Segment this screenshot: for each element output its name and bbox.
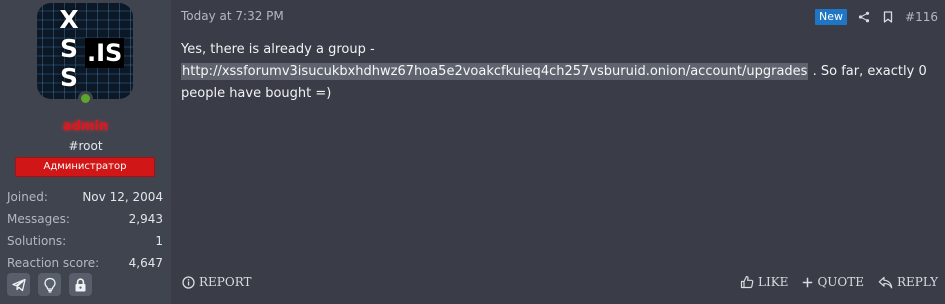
like-button[interactable]: LIKE — [740, 275, 788, 289]
username[interactable]: admin — [0, 119, 171, 134]
stat-row-messages: Messages: 2,943 — [7, 211, 163, 233]
user-panel: X S S .IS admin #root Администратор Join… — [0, 0, 171, 304]
post-message: Yes, there is already a group - http://x… — [181, 39, 936, 105]
post-header-actions: New #116 — [815, 9, 938, 25]
quote-button[interactable]: QUOTE — [802, 275, 864, 289]
post-number[interactable]: #116 — [905, 10, 938, 24]
message-text: Yes, there is already a group - — [181, 42, 375, 57]
user-title: #root — [68, 139, 103, 153]
new-badge: New — [815, 9, 848, 25]
post-footer: REPORT LIKE QUOTE REPLY — [171, 275, 945, 295]
stat-value: 2,943 — [128, 212, 163, 226]
stat-label: Solutions: — [7, 234, 67, 248]
avatar-letters: X S S — [57, 5, 81, 92]
share-icon[interactable] — [857, 9, 871, 25]
plus-icon — [803, 277, 813, 287]
role-banner: Администратор — [15, 157, 155, 177]
reply-arrow-icon — [878, 276, 893, 288]
post-content-panel: Today at 7:32 PM New #116 Yes, there is … — [171, 0, 945, 304]
telegram-icon[interactable] — [7, 273, 30, 296]
like-label: LIKE — [758, 275, 789, 289]
user-stats: Joined: Nov 12, 2004 Messages: 2,943 Sol… — [7, 189, 163, 277]
message-link[interactable]: http://xssforumv3isucukbxhdhwz67hoa5e2vo… — [181, 63, 809, 80]
avatar-letter: X — [59, 5, 79, 34]
stat-value: 4,647 — [128, 256, 163, 270]
lock-icon[interactable] — [69, 273, 92, 296]
stat-value: 1 — [155, 234, 163, 248]
online-status-icon — [78, 91, 93, 106]
quote-label: QUOTE — [817, 275, 864, 289]
avatar[interactable]: X S S .IS — [37, 3, 133, 99]
contact-icons — [7, 273, 92, 296]
stat-row-solutions: Solutions: 1 — [7, 233, 163, 255]
bookmark-icon[interactable] — [881, 9, 895, 25]
avatar-letter: S — [59, 34, 78, 63]
stat-label: Joined: — [7, 190, 48, 204]
post-actions: LIKE QUOTE REPLY — [740, 275, 938, 289]
post-timestamp[interactable]: Today at 7:32 PM — [181, 9, 284, 23]
report-label: REPORT — [199, 275, 252, 289]
lightbulb-icon[interactable] — [38, 273, 61, 296]
reply-label: REPLY — [897, 275, 938, 289]
thumbs-up-icon — [740, 275, 754, 289]
avatar-letter: S — [59, 63, 78, 92]
stat-value: Nov 12, 2004 — [82, 190, 163, 204]
stat-row-joined: Joined: Nov 12, 2004 — [7, 189, 163, 211]
avatar-suffix: .IS — [85, 38, 125, 68]
stat-label: Messages: — [7, 212, 70, 226]
info-icon — [182, 275, 195, 289]
reply-button[interactable]: REPLY — [878, 275, 938, 289]
post: X S S .IS admin #root Администратор Join… — [0, 0, 945, 304]
report-button[interactable]: REPORT — [182, 275, 252, 289]
